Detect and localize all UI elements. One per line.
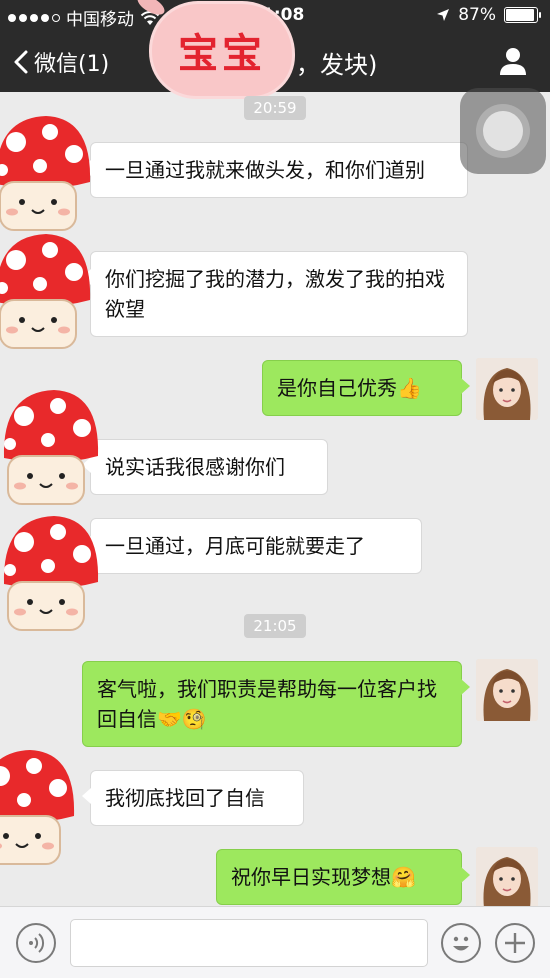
outgoing-message[interactable]: 是你自己优秀👍 bbox=[262, 360, 470, 416]
status-right: 87% bbox=[436, 5, 541, 25]
back-label: 微信(1) bbox=[34, 52, 110, 77]
emoji-face-icon bbox=[453, 936, 469, 951]
mushroom-avatar[interactable] bbox=[0, 744, 78, 872]
thumbs-up-icon: 👍 bbox=[397, 376, 422, 400]
chat-title: ，发块) bbox=[296, 51, 378, 79]
incoming-message[interactable]: 一旦通过我就来做头发，和你们道别 bbox=[82, 142, 468, 198]
voice-button[interactable] bbox=[16, 923, 56, 963]
outgoing-message[interactable]: 客气啦，我们职责是帮助每一位客户找回自信🤝🧐 bbox=[82, 661, 470, 747]
message-text: 一旦通过，月底可能就要走了 bbox=[105, 534, 365, 558]
message-text: 祝你早日实现梦想 bbox=[231, 865, 391, 889]
incoming-message[interactable]: 你们挖掘了我的潜力，激发了我的拍戏欲望 bbox=[82, 251, 468, 337]
outgoing-message[interactable]: 祝你早日实现梦想🤗 bbox=[216, 849, 470, 905]
message-text: 一旦通过我就来做头发，和你们道别 bbox=[105, 158, 425, 182]
message-text: 客气啦，我们职责是帮助每一位客户找回自信 bbox=[97, 677, 437, 731]
status-left: 中国移动 bbox=[8, 5, 160, 30]
handshake-smile-icon: 🤝🧐 bbox=[157, 707, 207, 731]
carrier-label: 中国移动 bbox=[66, 10, 134, 30]
mushroom-avatar[interactable] bbox=[0, 384, 102, 512]
user-avatar[interactable] bbox=[476, 847, 538, 909]
emoji-button[interactable] bbox=[441, 923, 481, 963]
assistive-touch-button[interactable] bbox=[460, 88, 546, 174]
location-arrow-icon bbox=[437, 9, 450, 21]
hugging-face-icon: 🤗 bbox=[391, 865, 416, 889]
mushroom-avatar[interactable] bbox=[0, 228, 94, 356]
message-text: 是你自己优秀 bbox=[277, 376, 397, 400]
user-avatar[interactable] bbox=[476, 358, 538, 420]
message-text: 说实话我很感谢你们 bbox=[105, 455, 285, 479]
back-button[interactable]: 微信(1) bbox=[12, 46, 109, 78]
chevron-left-icon bbox=[14, 50, 28, 74]
chat-input-bar bbox=[0, 906, 550, 978]
profile-icon[interactable] bbox=[498, 46, 528, 76]
message-text: 我彻底找回了自信 bbox=[105, 786, 265, 810]
user-avatar[interactable] bbox=[476, 659, 538, 721]
mushroom-avatar[interactable] bbox=[0, 110, 94, 238]
timestamp: 21:05 bbox=[244, 614, 306, 638]
battery-icon bbox=[504, 7, 541, 23]
sticker-text: 宝宝 bbox=[178, 30, 266, 77]
timestamp: 20:59 bbox=[244, 96, 306, 120]
message-text: 你们挖掘了我的潜力，激发了我的拍戏欲望 bbox=[105, 267, 445, 321]
incoming-message[interactable]: 我彻底找回了自信 bbox=[82, 770, 304, 826]
more-button[interactable] bbox=[495, 923, 535, 963]
voice-icon bbox=[29, 933, 45, 953]
battery-percent: 87% bbox=[458, 5, 496, 25]
signal-dots-icon bbox=[8, 13, 60, 22]
incoming-message[interactable]: 一旦通过，月底可能就要走了 bbox=[82, 518, 422, 574]
name-sticker: 宝宝 bbox=[152, 4, 292, 96]
mushroom-avatar[interactable] bbox=[0, 510, 102, 638]
plus-icon bbox=[505, 933, 525, 953]
incoming-message[interactable]: 说实话我很感谢你们 bbox=[82, 439, 328, 495]
message-input[interactable] bbox=[70, 919, 428, 967]
